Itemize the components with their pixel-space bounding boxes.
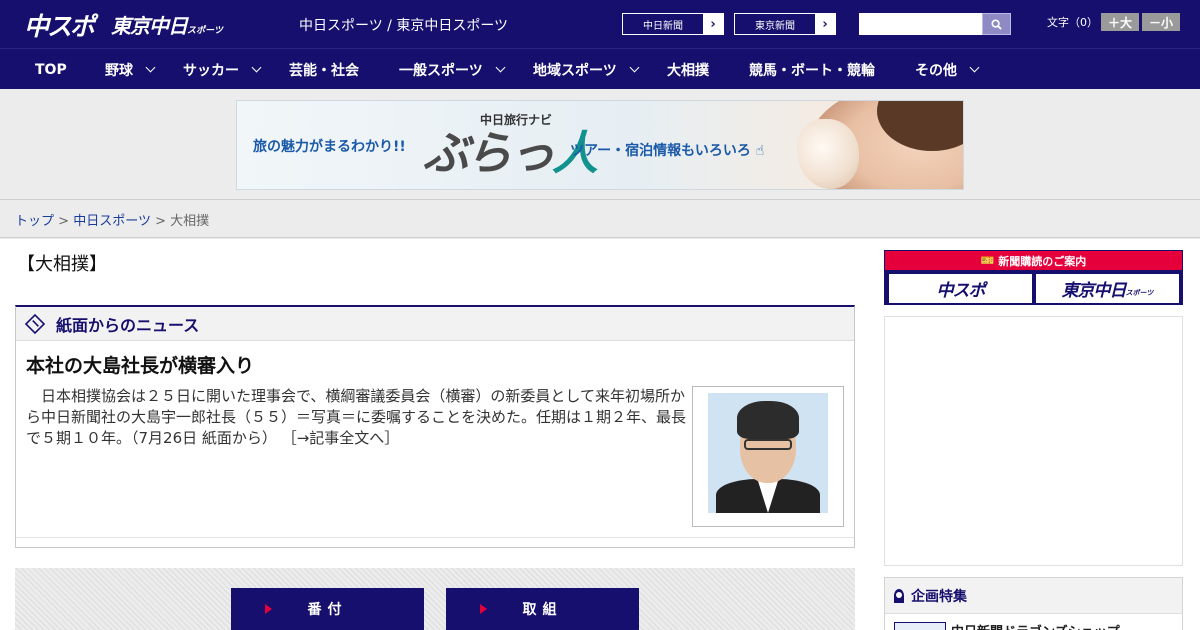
divider <box>16 537 854 538</box>
ad-tagline-right-text: ツアー・宿泊情報もいろいろ <box>570 143 751 159</box>
nav-item-sumo[interactable]: 大相撲 <box>667 49 709 90</box>
breadcrumb-top[interactable]: トップ <box>15 214 54 229</box>
travel-banner-ad[interactable]: 旅の魅力がまるわかり!! 中日旅行ナビ ぶらっ人 ツアー・宿泊情報もいろいろ ☝ <box>236 100 964 190</box>
nav-label: サッカー <box>183 62 239 79</box>
award-ribbon-icon <box>894 588 904 603</box>
photo-glasses <box>744 439 792 450</box>
tokyo-shimbun-link[interactable]: 東京新聞 › <box>734 13 836 35</box>
nav-label: 芸能・社会 <box>289 62 359 79</box>
ad-brand-a: ぶらっ <box>423 126 555 180</box>
triangle-right-icon <box>265 604 272 614</box>
subscription-banner[interactable]: 🎫 新聞購読のご案内 中スポ 東京中日 スポーツ <box>884 250 1183 305</box>
chunichi-shimbun-label: 中日新聞 <box>623 14 703 34</box>
chevron-down-icon <box>495 62 506 73</box>
sumo-buttons: 番付 取組 <box>15 568 855 630</box>
chevron-down-icon <box>969 62 980 73</box>
tokyo-logo-small: スポーツ <box>187 26 223 36</box>
breadcrumb-current: 大相撲 <box>170 214 210 229</box>
read-more-link[interactable]: ［→記事全文へ］ <box>282 429 400 447</box>
feature-thumbnail[interactable] <box>894 622 946 630</box>
tokyo-shimbun-label: 東京新聞 <box>735 14 815 34</box>
breadcrumb: トップ > 中日スポーツ > 大相撲 <box>0 201 1200 238</box>
nav-label: TOP <box>35 61 67 78</box>
ad-tagline-right: ツアー・宿泊情報もいろいろ ☝ <box>570 140 764 160</box>
chunichi-shimbun-link[interactable]: 中日新聞 › <box>622 13 724 35</box>
news-section-title: 紙面からのニュース <box>56 315 200 335</box>
nav-item-local-sports[interactable]: 地域スポーツ <box>533 49 640 90</box>
nav-item-racing[interactable]: 競馬・ボート・競輪 <box>749 49 875 90</box>
subscribe-tokyo-chunichi[interactable]: 東京中日 スポーツ <box>1036 274 1179 303</box>
torikumi-button[interactable]: 取組 <box>446 588 639 630</box>
article-summary: 日本相撲協会は２５日に開いた理事会で、横綱審議委員会（横審）の新委員として来年初… <box>26 386 686 449</box>
feature-box: 企画特集 中日新聞ドラゴンズショップ <box>884 577 1183 630</box>
font-smaller-button[interactable]: －小 <box>1142 13 1180 31</box>
news-box: 紙面からのニュース 本社の大島社長が横審入り 日本相撲協会は２５日に開いた理事会… <box>15 305 855 548</box>
nav-label: 競馬・ボート・競輪 <box>749 62 875 79</box>
ad-seashell <box>797 119 859 189</box>
sidebar-ad-slot <box>884 316 1183 566</box>
article-photo[interactable] <box>692 386 844 527</box>
ticket-icon: 🎫 <box>980 254 999 267</box>
triangle-right-icon <box>480 604 487 614</box>
nav-label: 地域スポーツ <box>533 62 617 79</box>
site-names: 中日スポーツ / 東京中日スポーツ <box>299 18 509 34</box>
nav-label: 野球 <box>105 62 133 79</box>
chevron-down-icon <box>145 62 156 73</box>
nav-item-top[interactable]: TOP <box>35 49 67 90</box>
font-size-label: 文字（0） <box>1047 16 1098 29</box>
top-header: 中スポ 東京中日スポーツ 中日スポーツ / 東京中日スポーツ 中日新聞 › 東京… <box>0 0 1200 48</box>
breadcrumb-chunichi-sports[interactable]: 中日スポーツ <box>73 214 151 229</box>
nav-item-general-sports[interactable]: 一般スポーツ <box>399 49 506 90</box>
torikumi-label: 取組 <box>522 602 563 618</box>
nav-item-soccer[interactable]: サッカー <box>183 49 262 90</box>
nav-item-other[interactable]: その他 <box>915 49 980 90</box>
feature-link-dragons-shop[interactable]: 中日新聞ドラゴンズショップ <box>951 621 1120 630</box>
article-headline[interactable]: 本社の大島社長が横審入り <box>26 351 254 378</box>
tokyo-chunichi-logo[interactable]: 東京中日スポーツ <box>111 10 223 39</box>
breadcrumb-sep: > <box>58 214 70 229</box>
pointing-hand-icon: ☝ <box>755 143 765 159</box>
subscribe-tokyo-text: 東京中日 <box>1061 281 1127 301</box>
news-section-header: 紙面からのニュース <box>16 307 854 341</box>
font-larger-button[interactable]: ＋大 <box>1101 13 1139 31</box>
tokyo-logo-text: 東京中日 <box>111 14 188 38</box>
main-nav: TOP 野球 サッカー 芸能・社会 一般スポーツ 地域スポーツ 大相撲 競馬・ボ… <box>0 48 1200 89</box>
nav-item-entertainment[interactable]: 芸能・社会 <box>289 49 359 90</box>
feature-title: 企画特集 <box>911 588 967 605</box>
photo-hair <box>737 401 799 439</box>
category-title: 【大相撲】 <box>17 254 107 275</box>
subscription-title: 新聞購読のご案内 <box>998 254 1087 268</box>
nav-label: その他 <box>915 62 957 79</box>
nav-label: 一般スポーツ <box>399 62 483 79</box>
portrait-image <box>708 393 828 513</box>
banzuke-button[interactable]: 番付 <box>231 588 424 630</box>
subscribe-chuspo[interactable]: 中スポ <box>889 274 1032 303</box>
newspaper-icon <box>24 313 46 334</box>
nav-label: 大相撲 <box>667 62 709 79</box>
nav-item-baseball[interactable]: 野球 <box>105 49 156 90</box>
chevron-right-icon: › <box>822 16 828 32</box>
breadcrumb-sep: > <box>155 214 166 229</box>
search-button[interactable] <box>982 13 1011 35</box>
chevron-right-icon: › <box>710 16 716 32</box>
subscription-header: 🎫 新聞購読のご案内 <box>885 251 1182 270</box>
ad-band: 旅の魅力がまるわかり!! 中日旅行ナビ ぶらっ人 ツアー・宿泊情報もいろいろ ☝ <box>0 89 1200 200</box>
chuspo-logo[interactable]: 中スポ <box>24 7 95 43</box>
chevron-down-icon <box>629 62 640 73</box>
chevron-down-icon <box>251 62 262 73</box>
search-input[interactable] <box>859 13 983 35</box>
feature-header: 企画特集 <box>885 578 1182 614</box>
ad-tagline-left: 旅の魅力がまるわかり!! <box>253 139 406 155</box>
banzuke-label: 番付 <box>307 602 348 618</box>
search-icon <box>991 18 1002 30</box>
subscribe-tokyo-small: スポーツ <box>1125 288 1154 297</box>
